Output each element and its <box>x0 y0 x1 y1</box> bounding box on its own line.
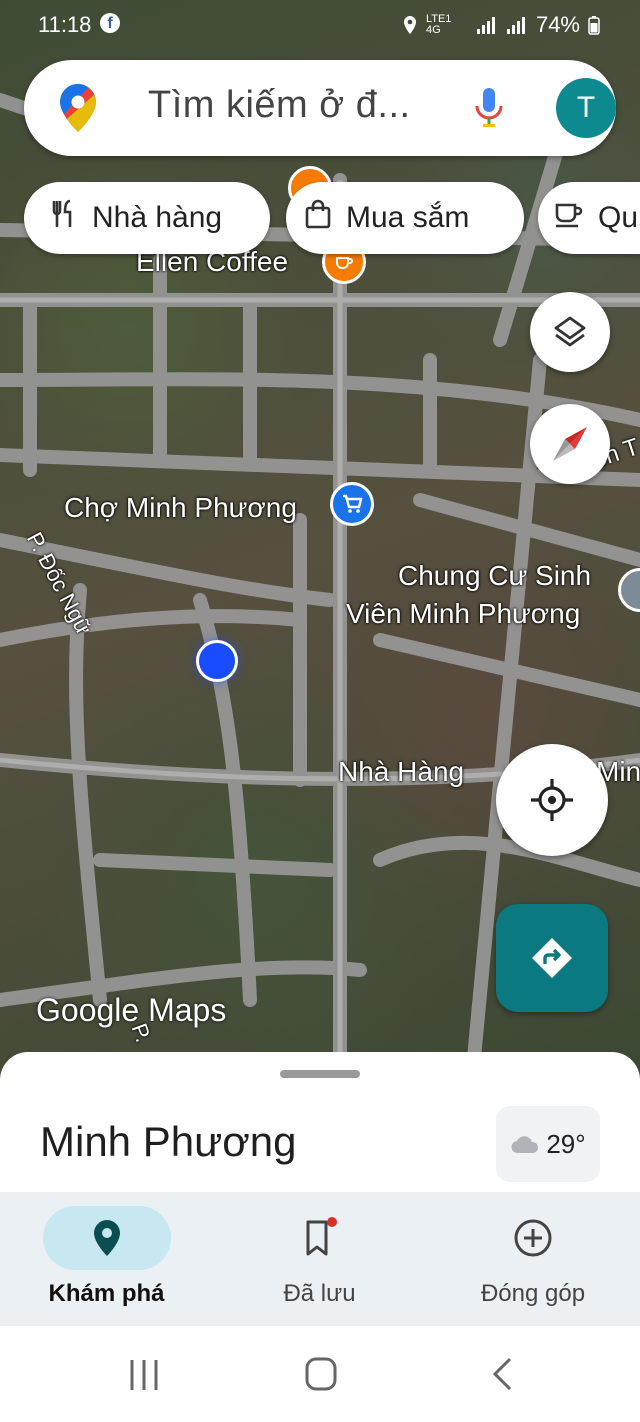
nav-label: Đã lưu <box>283 1280 356 1307</box>
account-avatar[interactable]: T <box>556 78 616 138</box>
crosshair-icon <box>531 779 573 821</box>
location-icon <box>403 16 416 34</box>
compass-button[interactable] <box>530 404 610 484</box>
chip-shopping[interactable]: Mua sắm <box>286 182 524 254</box>
directions-icon <box>532 938 572 978</box>
my-location-button[interactable] <box>496 744 608 856</box>
nav-saved-indicator <box>256 1206 384 1270</box>
chip-coffee[interactable]: Qu <box>538 182 640 254</box>
shopping-bag-icon <box>304 199 332 237</box>
temperature: 29° <box>546 1128 586 1159</box>
network-type: LTE1 4G <box>425 13 452 36</box>
chip-label: Mua sắm <box>346 201 470 234</box>
status-bar: 11:18 f LTE1 4G 74% <box>0 0 640 48</box>
bottom-navigation: Khám phá Đã lưu Đóng góp <box>0 1192 640 1326</box>
layers-button[interactable] <box>530 292 610 372</box>
system-navigation-bar <box>0 1326 640 1422</box>
compass-icon <box>553 427 587 461</box>
bookmark-icon <box>306 1217 337 1256</box>
layers-icon <box>554 316 586 347</box>
add-circle-icon <box>514 1219 552 1257</box>
nav-explore-indicator <box>42 1206 171 1270</box>
search-bar[interactable]: Tìm kiếm ở đ... T <box>24 60 616 156</box>
place-title: Minh Phương <box>40 1118 297 1165</box>
coffee-icon <box>554 199 584 237</box>
bottom-sheet[interactable]: Minh Phương 29° <box>0 1052 640 1192</box>
status-icons: LTE1 4G 74% <box>402 12 600 38</box>
back-icon[interactable] <box>490 1356 514 1392</box>
google-maps-watermark: Google Maps <box>36 992 227 1028</box>
nav-contribute-indicator <box>469 1206 597 1270</box>
battery-percent: 74% <box>535 12 580 37</box>
signal-icon-2 <box>506 17 525 34</box>
explore-pin-icon <box>93 1220 120 1256</box>
nav-saved[interactable]: Đã lưu <box>213 1192 426 1326</box>
sheet-drag-handle[interactable] <box>280 1070 360 1078</box>
directions-button[interactable] <box>496 904 608 1012</box>
google-maps-logo-icon <box>58 82 98 139</box>
nav-label: Đóng góp <box>480 1280 586 1307</box>
poi-label-nha-hang[interactable]: Nhà Hàng <box>338 756 464 788</box>
chip-label: Nhà hàng <box>92 201 223 234</box>
mic-icon[interactable] <box>474 86 504 135</box>
weather-chip[interactable]: 29° <box>496 1106 600 1182</box>
shopping-cart-marker-icon[interactable] <box>330 482 374 526</box>
home-icon[interactable] <box>304 1356 338 1392</box>
restaurant-icon <box>50 199 78 237</box>
current-location-dot <box>196 640 238 682</box>
poi-label-cho-minh-phuong[interactable]: Chợ Minh Phương <box>64 492 297 524</box>
status-time: 11:18 <box>38 12 92 37</box>
nav-contribute[interactable]: Đóng góp <box>426 1192 640 1326</box>
facebook-icon: f <box>100 13 120 33</box>
poi-label-chung-cu-line2[interactable]: Viên Minh Phương <box>346 598 580 630</box>
search-input[interactable]: Tìm kiếm ở đ... <box>148 84 411 127</box>
chip-label: Qu <box>598 201 639 234</box>
cloud-icon <box>511 1136 539 1154</box>
signal-icon <box>476 17 495 34</box>
nav-label: Khám phá <box>48 1280 165 1307</box>
chip-restaurants[interactable]: Nhà hàng <box>24 182 270 254</box>
recent-apps-icon[interactable] <box>128 1358 160 1392</box>
poi-label-chung-cu-line1[interactable]: Chung Cư Sinh <box>398 560 591 592</box>
nav-explore[interactable]: Khám phá <box>0 1192 213 1326</box>
battery-icon <box>588 16 600 35</box>
